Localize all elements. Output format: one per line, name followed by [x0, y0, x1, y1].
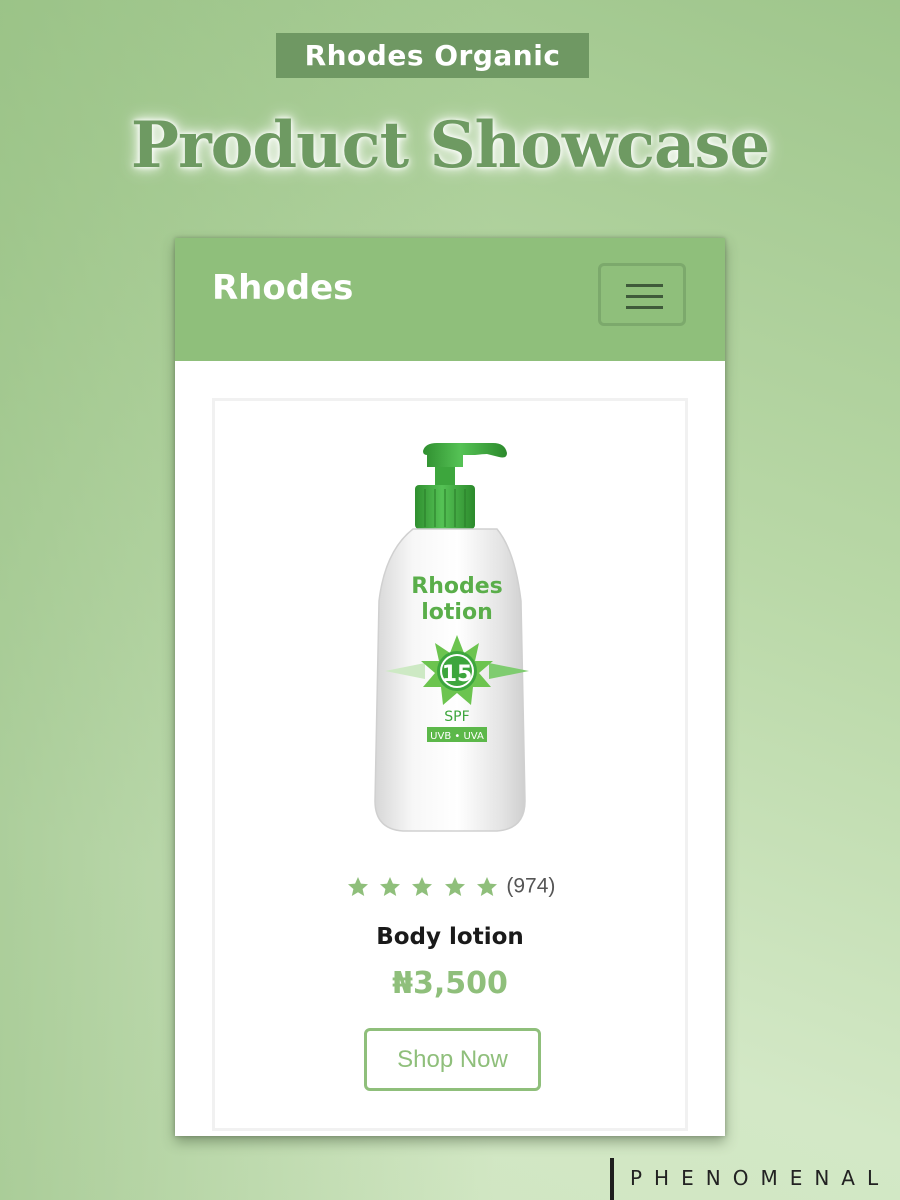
phone-mockup-card: Rhodes Rhodes lotion 15 SPF UVB • UVA (9…: [175, 238, 725, 1136]
hamburger-menu-icon-line: [626, 295, 663, 298]
product-name: Body lotion: [376, 924, 524, 950]
navbar-brand[interactable]: Rhodes: [212, 268, 353, 308]
lotion-bottle-icon[interactable]: Rhodes lotion 15 SPF UVB • UVA: [365, 441, 545, 836]
bottle-label-line2: lotion: [421, 600, 493, 625]
star-icon: [379, 876, 400, 896]
bottle-spf-text: SPF: [444, 709, 469, 725]
navbar: Rhodes: [175, 238, 725, 361]
watermark-text: PHENOMENAL: [630, 1166, 891, 1190]
star-icon: [444, 876, 465, 896]
star-icon: [477, 876, 498, 896]
star-icon: [347, 876, 368, 896]
rating-count: (974): [506, 874, 556, 898]
star-icon: [412, 876, 433, 896]
shop-now-button[interactable]: Shop Now: [364, 1028, 541, 1091]
brand-pill: Rhodes Organic: [276, 33, 589, 78]
watermark-bar: [610, 1158, 614, 1200]
star-rating: [345, 873, 507, 897]
bottle-label-line1: Rhodes: [411, 574, 502, 599]
product-rating: (974): [215, 873, 685, 899]
page-title: Product Showcase: [130, 108, 770, 183]
bottle-spf-number: 15: [442, 662, 473, 687]
hamburger-menu-icon-line: [626, 306, 663, 309]
hamburger-menu-icon: [626, 284, 663, 287]
hamburger-menu-button[interactable]: [598, 263, 686, 326]
product-price: ₦3,500: [392, 966, 508, 1001]
product-card: Rhodes lotion 15 SPF UVB • UVA (974) Bod…: [212, 398, 688, 1131]
bottle-uv-text: UVB • UVA: [430, 731, 484, 742]
